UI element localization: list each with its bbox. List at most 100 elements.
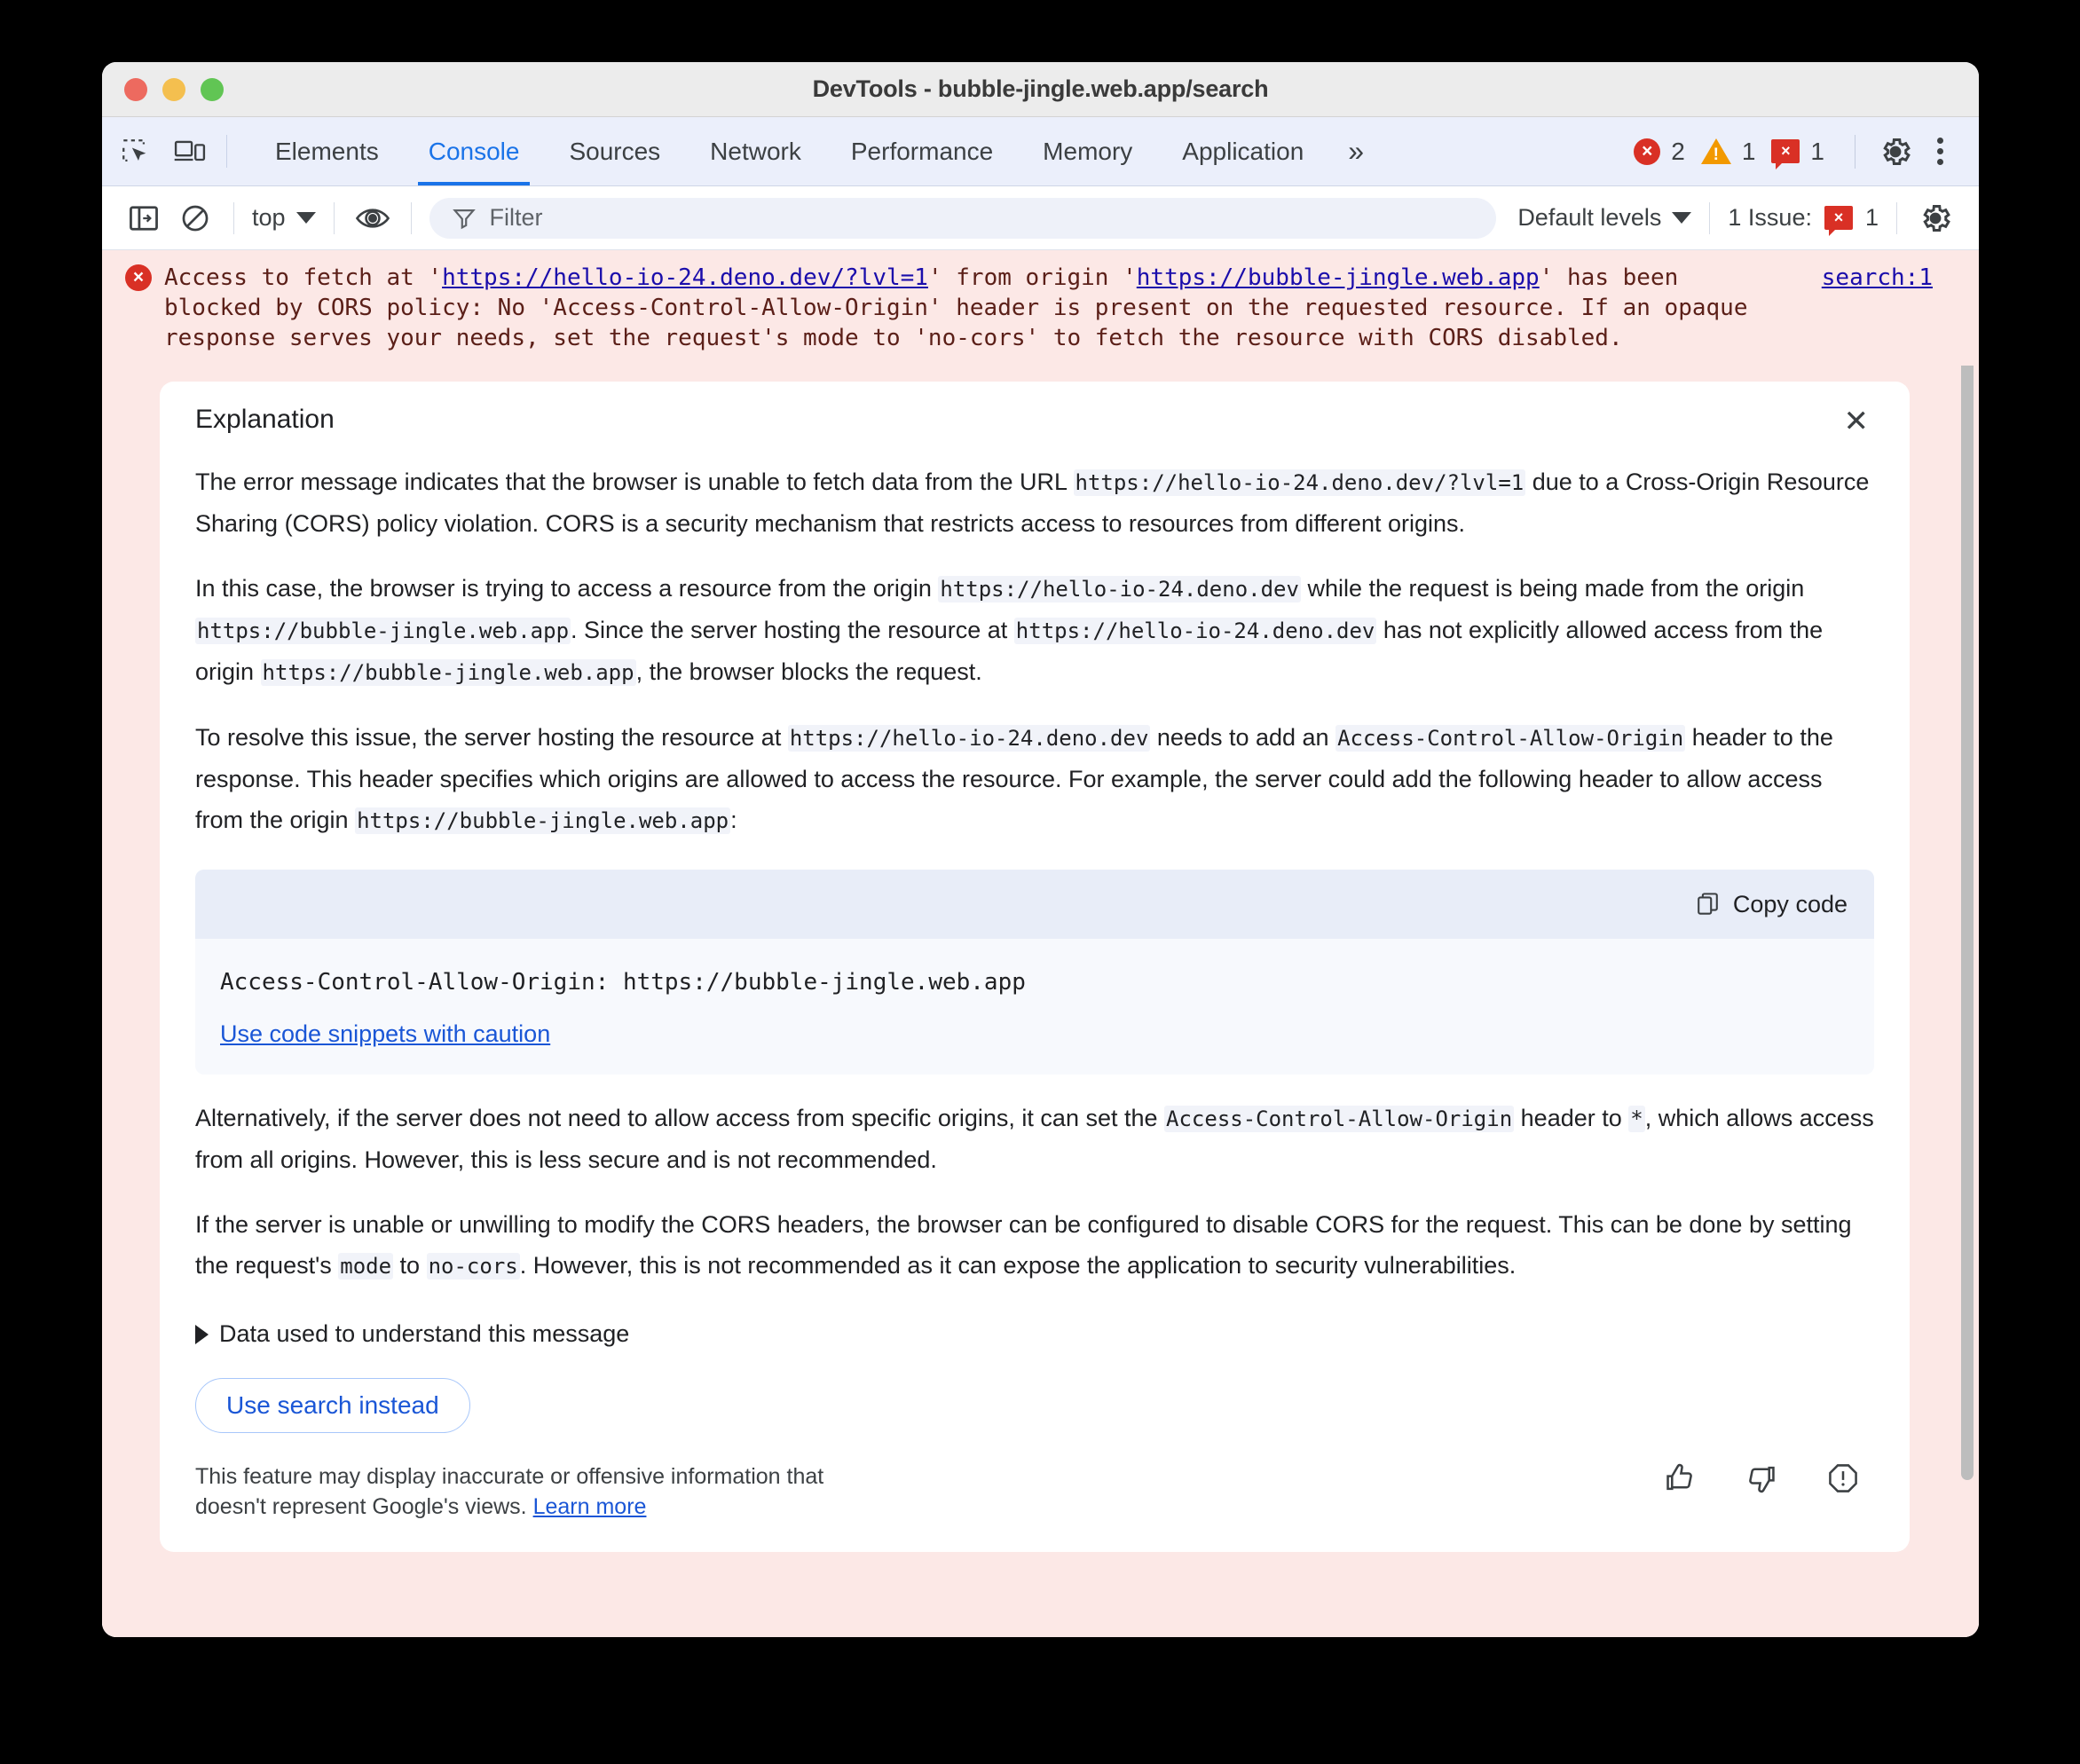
console-settings-icon[interactable] xyxy=(1910,201,1961,235)
p5-code-2: no-cors xyxy=(426,1253,520,1280)
console-toolbar: top Filter Default levels 1 Issue: × 1 xyxy=(102,186,1979,250)
warning-count-group[interactable]: ! 1 xyxy=(1700,137,1756,166)
error-source-link[interactable]: search:1 xyxy=(1822,264,1933,291)
error-url-1[interactable]: https://hello-io-24.deno.dev/?lvl=1 xyxy=(442,264,928,291)
live-expression-icon[interactable] xyxy=(347,206,398,231)
tab-sources[interactable]: Sources xyxy=(544,117,685,185)
code-block-body: Access-Control-Allow-Origin: https://bub… xyxy=(195,939,1874,1075)
explanation-paragraph-5: If the server is unable or unwilling to … xyxy=(195,1204,1874,1287)
error-count-group[interactable]: × 2 xyxy=(1634,138,1685,166)
console-panel: × search:1 Access to fetch at 'https://h… xyxy=(102,250,1979,1637)
explanation-paragraph-4: Alternatively, if the server does not ne… xyxy=(195,1098,1874,1180)
tabbar-status-area: × 2 ! 1 × 1 xyxy=(1634,117,1979,185)
tab-elements[interactable]: Elements xyxy=(250,117,404,185)
filter-placeholder: Filter xyxy=(489,204,543,231)
copy-icon[interactable] xyxy=(1696,892,1721,917)
toolbar-divider-2 xyxy=(333,201,335,234)
chevron-right-icon xyxy=(195,1324,209,1344)
explanation-footer: This feature may display inaccurate or o… xyxy=(195,1461,1874,1522)
toolbar-divider-1 xyxy=(233,201,234,234)
window-titlebar: DevTools - bubble-jingle.web.app/search xyxy=(102,62,1979,117)
filter-icon xyxy=(452,207,476,230)
log-levels-value: Default levels xyxy=(1517,204,1662,231)
code-block-toolbar: Copy code xyxy=(195,870,1874,939)
explanation-paragraph-1: The error message indicates that the bro… xyxy=(195,461,1874,544)
kebab-menu-icon[interactable] xyxy=(1921,130,1959,172)
log-levels-selector[interactable]: Default levels xyxy=(1512,204,1697,232)
more-tabs-icon[interactable]: » xyxy=(1328,117,1381,185)
error-url-2[interactable]: https://bubble-jingle.web.app xyxy=(1137,264,1540,291)
p5-b: to xyxy=(393,1252,427,1279)
p2-code-1: https://hello-io-24.deno.dev xyxy=(938,576,1301,602)
thumb-down-icon[interactable] xyxy=(1745,1461,1778,1495)
tab-network[interactable]: Network xyxy=(685,117,826,185)
explanation-title: Explanation xyxy=(195,405,335,434)
console-toolbar-right: Default levels 1 Issue: × 1 xyxy=(1512,201,1979,236)
tab-console[interactable]: Console xyxy=(404,117,545,185)
report-icon[interactable] xyxy=(1826,1461,1860,1495)
issues-count: 1 xyxy=(1864,204,1879,231)
device-toolbar-icon[interactable] xyxy=(162,117,217,185)
data-used-disclosure[interactable]: Data used to understand this message xyxy=(195,1320,1874,1348)
warning-glyph: ! xyxy=(1713,146,1719,164)
p4-code-1: Access-Control-Allow-Origin xyxy=(1164,1106,1515,1132)
warning-count: 1 xyxy=(1741,137,1756,165)
issue-icon: × xyxy=(1771,139,1800,169)
tabbar-divider xyxy=(226,135,227,168)
panel-tabs: Elements Console Sources Network Perform… xyxy=(250,117,1381,185)
p2-e: , the browser blocks the request. xyxy=(635,658,982,685)
p3-a: To resolve this issue, the server hostin… xyxy=(195,724,788,751)
thumb-up-icon[interactable] xyxy=(1663,1461,1697,1495)
error-icon: × xyxy=(1634,138,1661,165)
error-mid: ' from origin ' xyxy=(927,264,1137,291)
close-icon[interactable]: ✕ xyxy=(1839,405,1875,438)
tab-performance[interactable]: Performance xyxy=(826,117,1018,185)
error-icon: × xyxy=(125,264,152,291)
toolbar-divider-5 xyxy=(1896,201,1897,234)
devtools-tabbar: Elements Console Sources Network Perform… xyxy=(102,117,1979,186)
clear-console-icon[interactable] xyxy=(169,203,221,233)
explanation-paragraph-2: In this case, the browser is trying to a… xyxy=(195,568,1874,693)
issue-count-group[interactable]: × 1 xyxy=(1771,137,1824,169)
gear-icon[interactable] xyxy=(1873,135,1918,169)
p3-code-1: https://hello-io-24.deno.dev xyxy=(787,725,1151,752)
devtools-window: DevTools - bubble-jingle.web.app/search … xyxy=(102,62,1979,1637)
chevron-down-icon xyxy=(295,212,316,224)
p2-code-2: https://bubble-jingle.web.app xyxy=(195,618,571,644)
p4-a: Alternatively, if the server does not ne… xyxy=(195,1105,1165,1131)
p2-code-4: https://bubble-jingle.web.app xyxy=(260,659,636,686)
p2-code-3: https://hello-io-24.deno.dev xyxy=(1013,618,1377,644)
copy-code-button[interactable]: Copy code xyxy=(1733,891,1848,918)
issue-icon: × xyxy=(1824,206,1853,236)
inspect-element-icon[interactable] xyxy=(107,117,162,185)
filter-input[interactable]: Filter xyxy=(429,197,1497,239)
window-title: DevTools - bubble-jingle.web.app/search xyxy=(812,75,1269,102)
console-sidebar-icon[interactable] xyxy=(118,205,169,232)
tab-application[interactable]: Application xyxy=(1157,117,1328,185)
warning-icon: ! xyxy=(1700,138,1731,164)
learn-more-link[interactable]: Learn more xyxy=(533,1494,647,1519)
explanation-paragraph-3: To resolve this issue, the server hostin… xyxy=(195,717,1874,841)
toolbar-divider-3 xyxy=(410,201,412,234)
p5-c: . However, this is not recommended as it… xyxy=(519,1252,1517,1279)
p4-code-2: * xyxy=(1628,1106,1645,1132)
explanation-card: Explanation ✕ The error message indicate… xyxy=(160,382,1910,1552)
p4-b: header to xyxy=(1514,1105,1629,1131)
p2-b: while the request is being made from the… xyxy=(1300,575,1805,602)
issues-indicator[interactable]: 1 Issue: × 1 xyxy=(1722,204,1884,236)
execution-context-selector[interactable]: top xyxy=(247,204,321,232)
code-snippet: Access-Control-Allow-Origin: https://bub… xyxy=(220,969,1026,996)
disclaimer-line-1: This feature may display inaccurate or o… xyxy=(195,1464,824,1489)
disclaimer-text: This feature may display inaccurate or o… xyxy=(195,1461,823,1522)
code-block: Copy code Access-Control-Allow-Origin: h… xyxy=(195,870,1874,1075)
issue-count: 1 xyxy=(1810,137,1824,165)
issues-label: 1 Issue: xyxy=(1728,204,1812,231)
use-search-instead-button[interactable]: Use search instead xyxy=(195,1378,470,1433)
toolbar-divider-4 xyxy=(1709,201,1711,234)
tab-memory[interactable]: Memory xyxy=(1018,117,1157,185)
p2-a: In this case, the browser is trying to a… xyxy=(195,575,939,602)
code-caution-link[interactable]: Use code snippets with caution xyxy=(220,1020,550,1048)
console-error-message[interactable]: × search:1 Access to fetch at 'https://h… xyxy=(102,250,1979,366)
error-message-text: Access to fetch at 'https://hello-io-24.… xyxy=(102,263,1979,353)
error-count: 2 xyxy=(1671,137,1685,165)
